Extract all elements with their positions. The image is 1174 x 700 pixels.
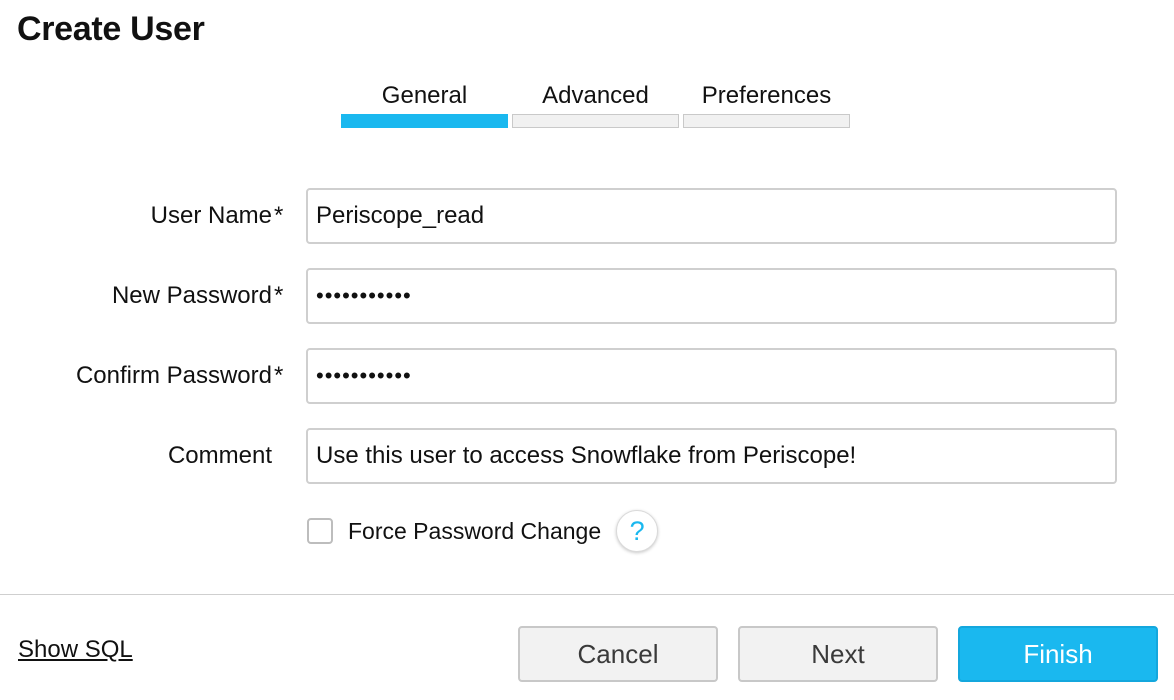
create-user-dialog: Create User General Advanced Preferences… — [0, 0, 1174, 700]
required-marker: * — [274, 362, 284, 389]
next-button[interactable]: Next — [738, 626, 938, 682]
required-marker: * — [274, 202, 284, 229]
force-password-change-row: Force Password Change ? — [307, 510, 659, 552]
step-advanced[interactable]: Advanced — [512, 80, 679, 128]
step-general-indicator — [341, 114, 508, 128]
new-password-row: New Password* — [0, 268, 1174, 324]
step-advanced-indicator — [512, 114, 679, 128]
username-input[interactable] — [306, 188, 1117, 244]
new-password-label-text: New Password — [111, 282, 272, 309]
confirm-password-label-text: Confirm Password — [75, 362, 272, 389]
step-advanced-label: Advanced — [542, 82, 649, 109]
dialog-title: Create User — [17, 10, 205, 48]
new-password-label: New Password* — [112, 268, 288, 324]
finish-button[interactable]: Finish — [958, 626, 1158, 682]
required-marker: * — [274, 282, 284, 309]
force-password-change-checkbox[interactable] — [307, 518, 333, 544]
step-preferences-label: Preferences — [701, 82, 832, 109]
comment-input[interactable] — [306, 428, 1117, 484]
step-preferences[interactable]: Preferences — [683, 80, 850, 128]
step-general-label: General — [381, 82, 468, 109]
new-password-input[interactable] — [306, 268, 1117, 324]
comment-row: Comment — [0, 428, 1174, 484]
comment-label: Comment — [168, 428, 288, 484]
username-row: User Name* — [0, 188, 1174, 244]
footer-divider — [0, 594, 1174, 595]
question-mark-icon: ? — [629, 515, 645, 546]
help-icon[interactable]: ? — [616, 510, 659, 552]
confirm-password-row: Confirm Password* — [0, 348, 1174, 404]
show-sql-link[interactable]: Show SQL — [18, 636, 133, 664]
username-label: User Name* — [151, 188, 288, 244]
username-label-text: User Name — [150, 202, 272, 229]
cancel-button[interactable]: Cancel — [518, 626, 718, 682]
wizard-steps: General Advanced Preferences — [341, 80, 850, 128]
step-preferences-indicator — [683, 114, 850, 128]
confirm-password-input[interactable] — [306, 348, 1117, 404]
force-password-change-label[interactable]: Force Password Change — [348, 518, 601, 545]
step-general[interactable]: General — [341, 80, 508, 128]
confirm-password-label: Confirm Password* — [76, 348, 288, 404]
comment-label-text: Comment — [167, 442, 272, 469]
